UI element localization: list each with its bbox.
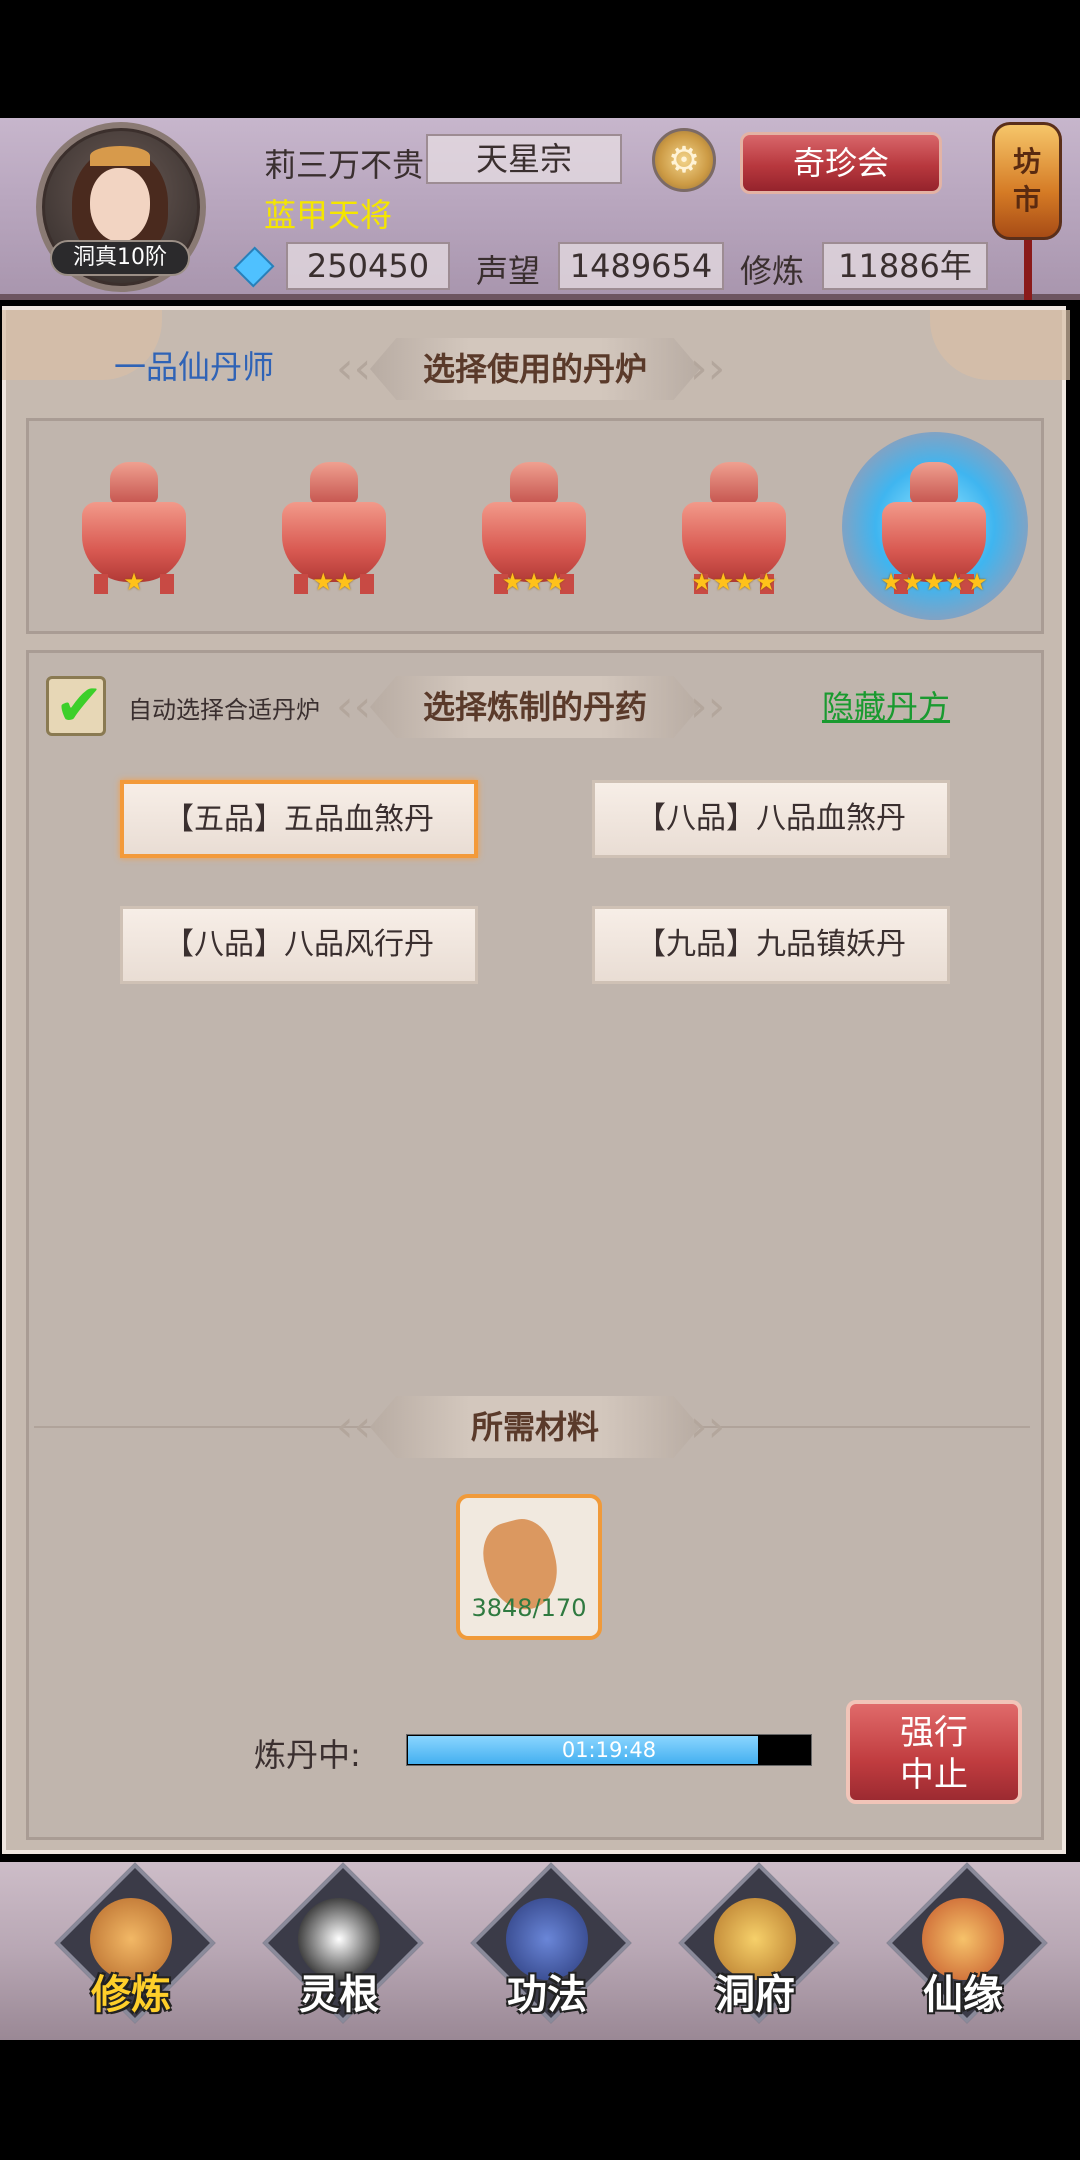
pill-section-title: 选择炼制的丹药 <box>370 676 700 738</box>
recipe-option[interactable]: 【五品】五品血煞丹 <box>120 780 478 858</box>
spirit-stone-count: 250450 <box>286 242 450 290</box>
force-stop-button[interactable]: 强行 中止 <box>846 1700 1022 1804</box>
recipe-option[interactable]: 【九品】九品镇妖丹 <box>592 906 950 984</box>
cultivation-label: 修炼 <box>740 252 805 290</box>
sect-name: 天星宗 <box>426 134 622 184</box>
furnace-stars: ★★★★★ <box>880 568 988 596</box>
chevron-right-icon: ›› <box>690 1401 726 1452</box>
nav-label: 功法 <box>507 1972 587 2018</box>
hide-recipe-link[interactable]: 隐藏丹方 <box>822 682 950 728</box>
material-count: 3848/170 <box>471 1594 587 1622</box>
refining-label: 炼丹中: <box>254 1736 361 1774</box>
avatar-crown <box>90 146 150 166</box>
furnace-1[interactable]: ★ <box>72 462 196 612</box>
auto-select-checkbox[interactable]: ✔ <box>46 671 106 739</box>
nav-label: 仙缘 <box>923 1972 1003 2018</box>
force-stop-label-2: 中止 <box>900 1755 968 1795</box>
nav-spirit-root[interactable]: 灵根 <box>262 1862 424 2026</box>
furnace-4[interactable]: ★★★★ <box>672 462 796 612</box>
furnace-section-title: 选择使用的丹炉 <box>370 338 700 400</box>
cultivation-years: 11886年 <box>822 242 988 290</box>
chevron-left-icon: ‹‹ <box>336 1401 372 1452</box>
settings-button[interactable]: ⚙ <box>652 128 716 192</box>
furnace-3[interactable]: ★★★ <box>472 462 596 612</box>
market-lantern-button[interactable]: 坊 市 <box>992 122 1062 240</box>
nav-label: 灵根 <box>299 1972 379 2018</box>
nav-fate[interactable]: 仙缘 <box>886 1862 1048 2026</box>
force-stop-label-1: 强行 <box>900 1713 968 1753</box>
player-title: 蓝甲天将 <box>264 196 393 234</box>
checkmark-icon: ✔ <box>54 671 104 739</box>
reputation-label: 声望 <box>476 252 541 290</box>
furnace-stars: ★ <box>123 568 145 596</box>
furnace-2[interactable]: ★★ <box>272 462 396 612</box>
gear-icon: ⚙ <box>667 140 701 181</box>
nav-techniques[interactable]: 功法 <box>470 1862 632 2026</box>
nav-label: 洞府 <box>715 1972 795 2018</box>
chevron-right-icon: ›› <box>690 343 726 394</box>
recipe-option[interactable]: 【八品】八品风行丹 <box>120 906 478 984</box>
auto-select-label: 自动选择合适丹炉 <box>128 696 320 724</box>
chevron-left-icon: ‹‹ <box>336 343 372 394</box>
chevron-left-icon: ‹‹ <box>336 681 372 732</box>
reputation-value: 1489654 <box>558 242 724 290</box>
furnace-stars: ★★ <box>312 568 356 596</box>
player-name: 莉三万不贵 <box>264 146 425 184</box>
nav-cave-dwelling[interactable]: 洞府 <box>678 1862 840 2026</box>
materials-section-title: 所需材料 <box>370 1396 700 1458</box>
refining-timer: 01:19:48 <box>561 1738 657 1762</box>
lantern-tassel <box>1024 240 1032 300</box>
nav-cultivate[interactable]: 修炼 <box>54 1862 216 2026</box>
furnace-stars: ★★★★ <box>690 568 778 596</box>
alchemist-rank: 一品仙丹师 <box>114 348 275 386</box>
chevron-right-icon: ›› <box>690 681 726 732</box>
avatar-rank-badge: 洞真10阶 <box>50 240 190 276</box>
recipe-option[interactable]: 【八品】八品血煞丹 <box>592 780 950 858</box>
furnace-5[interactable]: ★★★★★ <box>872 462 996 612</box>
furnace-stars: ★★★ <box>501 568 567 596</box>
treasure-auction-button[interactable]: 奇珍会 <box>740 132 942 194</box>
avatar-face <box>90 168 150 242</box>
nav-label: 修炼 <box>91 1972 171 2018</box>
